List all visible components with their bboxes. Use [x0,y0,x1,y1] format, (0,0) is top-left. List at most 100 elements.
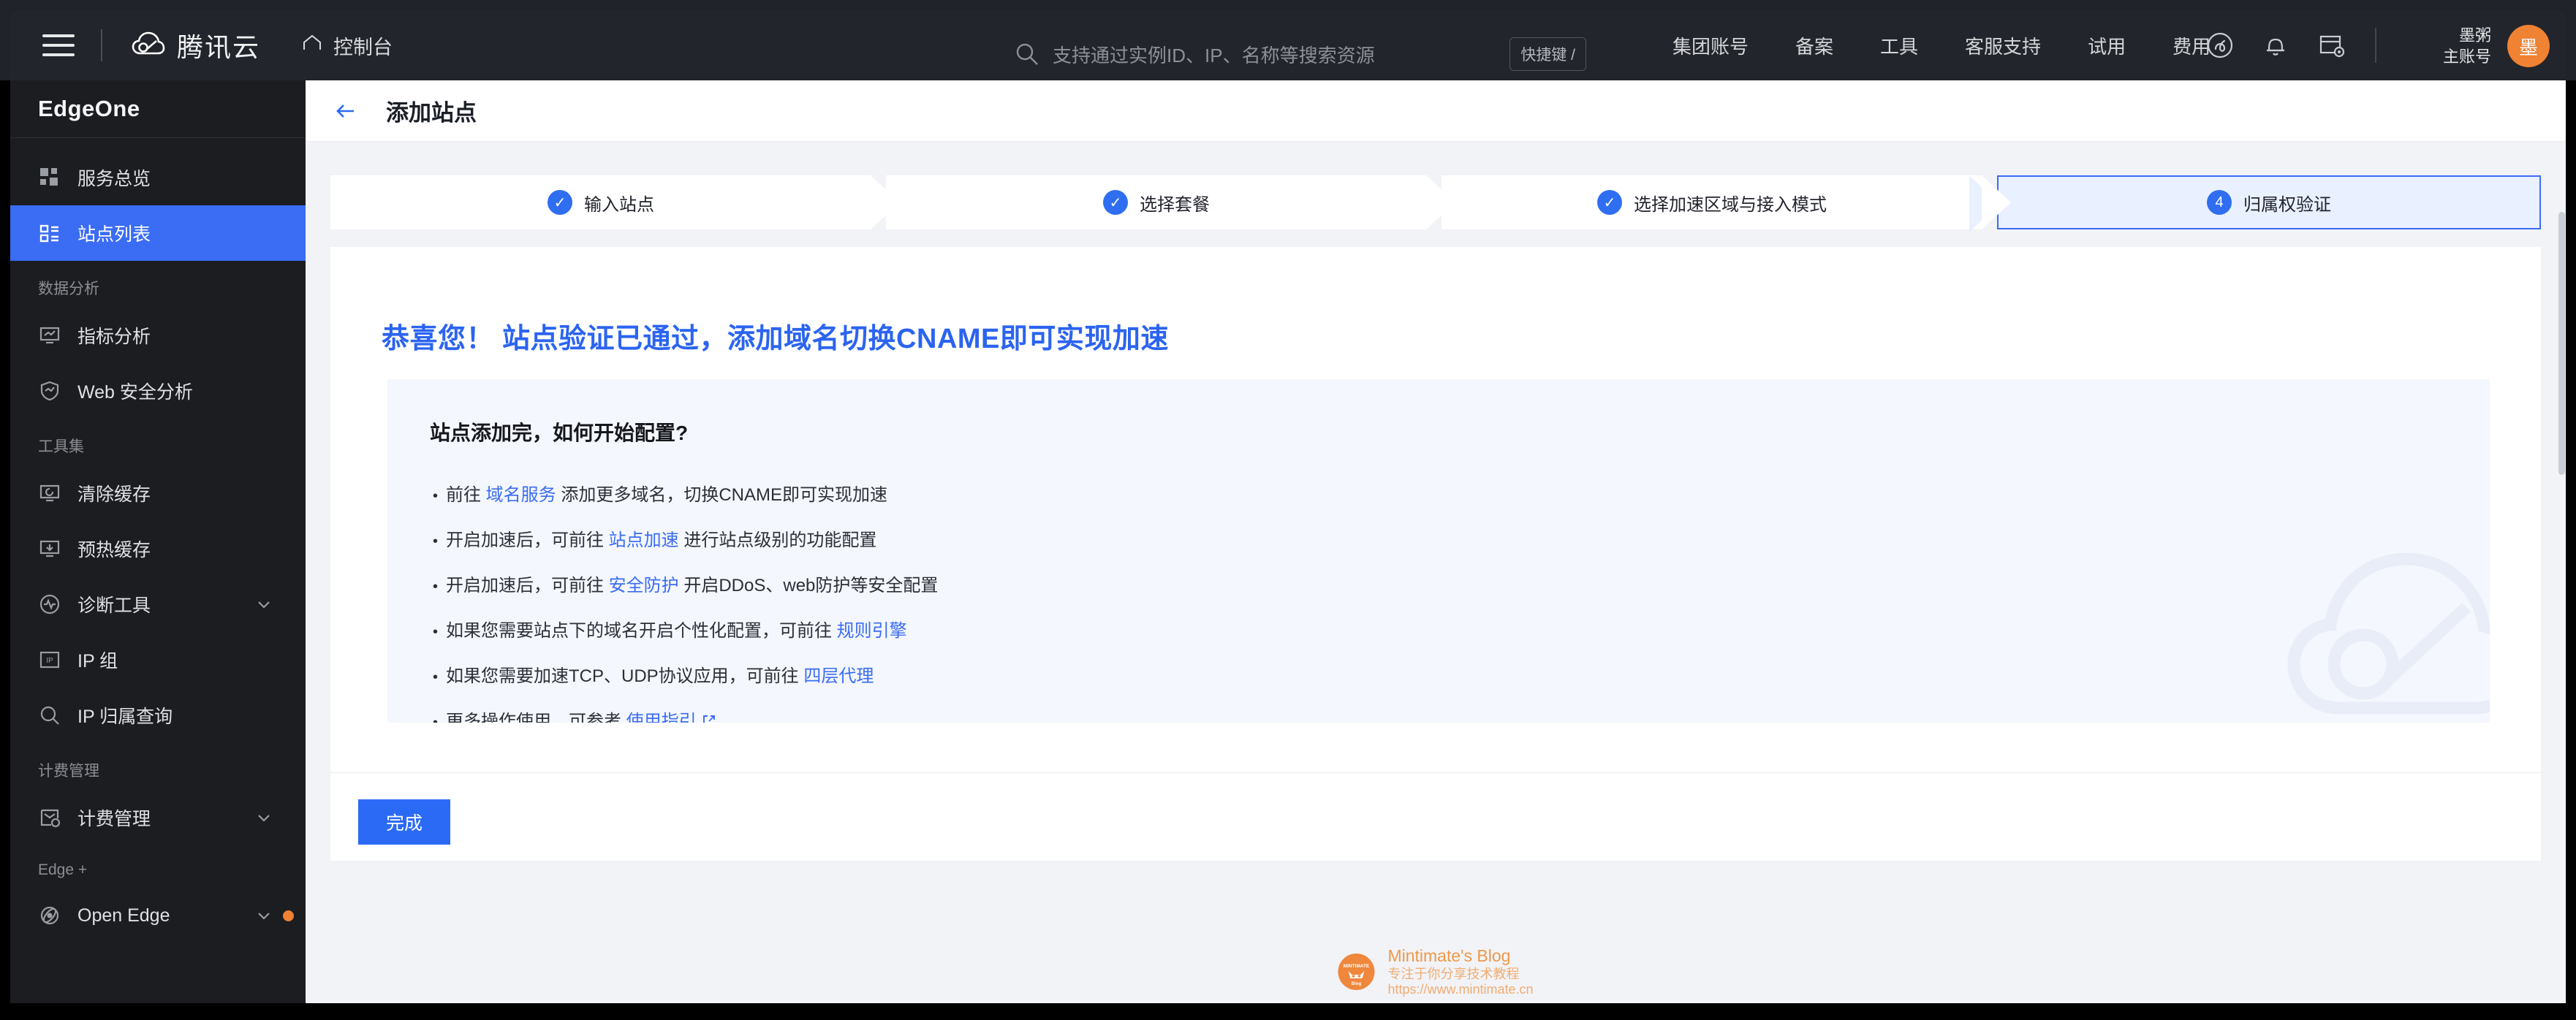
sidebar-item-label: 预热缓存 [77,540,151,560]
infobox-bullet-list: • 前往 域名服务 添加更多域名，切换CNAME即可实现加速 • 开启加速后，可… [387,446,2490,723]
home-icon [301,34,323,58]
hamburger-icon[interactable] [42,34,75,56]
bullet-dot-icon: • [433,579,439,595]
sidebar-item-metric-analysis[interactable]: 指标分析 [10,308,306,363]
sidebar-item-open-edge[interactable]: Open Edge [10,888,306,943]
top-nav-item-support[interactable]: 客服支持 [1942,32,2064,59]
search-input[interactable]: 支持通过实例ID、IP、名称等搜索资源 [1053,41,1375,68]
watermark-subtitle: 专注于你分享技术教程 [1387,966,1520,981]
mintimate-logo-icon: MINTIMATE Blog [1338,954,1375,991]
link-user-guide[interactable]: 使用指引 [626,712,697,723]
arrow-left-icon[interactable] [332,97,360,125]
list-item: • 开启加速后，可前往 安全防护 开启DDoS、web防护等安全配置 [433,563,2490,609]
bullet-dot-icon: • [433,533,439,549]
sidebar-item-site-list[interactable]: 站点列表 [10,205,306,261]
step-label: 输入站点 [584,194,654,215]
list-item: • 如果您需要加速TCP、UDP协议应用，可前往 四层代理 [433,654,2490,699]
top-nav-item-trial[interactable]: 试用 [2064,32,2149,59]
sidebar-item-billing-management[interactable]: 计费管理 [10,790,306,845]
sidebar-item-label: IP 归属查询 [77,707,173,727]
shield-chart-icon [38,379,61,403]
top-icon-group [2192,10,2393,80]
sidebar-item-web-security-analysis[interactable]: Web 安全分析 [10,363,306,419]
sidebar-item-prefetch-cache[interactable]: 预热缓存 [10,521,306,576]
bullet-text-after: 进行站点级别的功能配置 [678,530,877,550]
step-check-icon: ✓ [1597,190,1622,215]
sidebar-item-diagnostic-tools[interactable]: 诊断工具 [10,576,306,632]
link-layer4-proxy[interactable]: 四层代理 [803,666,874,686]
cloud-icon [132,31,165,61]
list-icon [38,221,61,245]
ip-box-icon: IP [38,648,61,671]
sidebar-item-overview[interactable]: 服务总览 [10,150,306,205]
sidebar-item-label: 清除缓存 [77,484,151,505]
step-select-region-mode[interactable]: ✓ 选择加速区域与接入模式 [1442,175,1982,229]
step-label: 选择套餐 [1140,194,1210,215]
sidebar-group-data-analysis: 数据分析 [38,281,99,297]
console-link[interactable]: 控制台 [301,31,393,60]
result-card: 恭喜您！ 站点验证已通过，添加域名切换CNAME即可实现加速 站点添加完，如何开… [330,247,2541,861]
top-nav: 集团账号 备案 工具 客服支持 试用 费用 [1649,10,2234,80]
external-link-icon[interactable] [702,710,716,723]
step-check-icon: ✓ [548,190,572,215]
link-domain-service[interactable]: 域名服务 [486,485,556,505]
user-info[interactable]: 墨粥 主账号 [2443,25,2491,67]
brand-logo[interactable]: 腾讯云 [132,26,260,64]
blog-watermark: MINTIMATE Blog Mintimate's Blog 专注于你分享技术… [1338,946,1534,997]
sidebar-item-label: 指标分析 [77,327,151,347]
chevron-down-icon[interactable] [256,907,272,924]
link-rule-engine[interactable]: 规则引擎 [837,621,907,641]
svg-text:MINTIMATE: MINTIMATE [1344,964,1370,969]
sidebar-item-ip-lookup[interactable]: IP 归属查询 [10,688,306,743]
sidebar-title: EdgeOne [38,96,140,121]
link-security-protection[interactable]: 安全防护 [609,576,679,595]
page-scrollbar-thumb[interactable] [2558,212,2565,475]
sidebar: EdgeOne 服务总览 站点列表 数据分析 指标分析 Web 安全分析 工具集… [10,80,306,1003]
top-divider [101,29,102,61]
bullet-text-before: 如果您需要加速TCP、UDP协议应用，可前往 [446,666,804,686]
download-monitor-icon [38,537,61,560]
top-nav-item-tools[interactable]: 工具 [1857,32,1942,59]
top-icon-divider [2375,28,2376,63]
sidebar-item-purge-cache[interactable]: 清除缓存 [10,465,306,521]
svg-text:Blog: Blog [1352,982,1362,986]
list-item: • 前往 域名服务 添加更多域名，切换CNAME即可实现加速 [433,473,2490,518]
list-item: • 开启加速后，可前往 站点加速 进行站点级别的功能配置 [433,518,2490,563]
user-name: 墨粥 [2458,26,2491,45]
step-select-plan[interactable]: ✓ 选择套餐 [886,175,1427,229]
bullet-dot-icon: • [433,624,439,640]
step-check-icon: ✓ [1103,190,1128,215]
grid-icon [38,166,61,189]
step-label: 选择加速区域与接入模式 [1634,194,1827,215]
search-icon [38,704,61,727]
card-footer: 完成 [330,772,2541,845]
sidebar-item-ip-group[interactable]: IP IP 组 [10,632,306,688]
avatar[interactable]: 墨 [2507,25,2550,67]
step-ownership-verification[interactable]: 4 归属权验证 [1997,175,2541,229]
sidebar-item-label: Open Edge [77,905,170,926]
brand-name: 腾讯云 [177,32,261,62]
chevron-down-icon[interactable] [256,596,272,612]
watermark-url: https://www.mintimate.cn [1387,981,1534,997]
workbench-icon[interactable] [2303,23,2359,67]
sidebar-item-label: IP 组 [77,651,118,671]
infobox-heading: 站点添加完，如何开始配置? [430,422,689,444]
miniprogram-icon[interactable] [2192,23,2248,67]
link-site-acceleration[interactable]: 站点加速 [609,530,679,550]
step-input-site[interactable]: ✓ 输入站点 [330,175,871,229]
step-label: 归属权验证 [2243,194,2331,215]
top-nav-item-beian[interactable]: 备案 [1772,32,1857,59]
top-bar: 腾讯云 控制台 支持通过实例ID、IP、名称等搜索资源 快捷键 / 集团账号 备… [0,0,2576,80]
top-nav-item-group-account[interactable]: 集团账号 [1649,32,1772,59]
sidebar-group-toolset: 工具集 [38,438,84,455]
pulse-circle-icon [38,593,61,616]
user-role: 主账号 [2442,47,2491,66]
bullet-text-before: 更多操作使用，可参考 [446,712,626,723]
finish-button[interactable]: 完成 [358,799,451,845]
bell-icon[interactable] [2248,23,2303,67]
billing-icon [38,806,61,829]
chevron-down-icon[interactable] [256,810,272,826]
sidebar-item-label: 站点列表 [77,224,151,245]
global-search[interactable]: 支持通过实例ID、IP、名称等搜索资源 快捷键 / [1015,31,1586,77]
top-bar-inner: 腾讯云 控制台 支持通过实例ID、IP、名称等搜索资源 快捷键 / 集团账号 备… [10,10,2566,80]
